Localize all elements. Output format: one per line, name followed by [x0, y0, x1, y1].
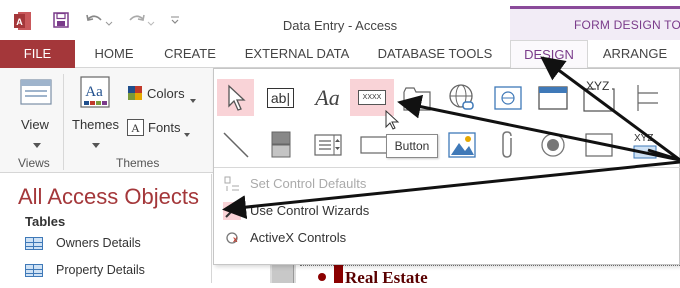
table-icon [25, 237, 43, 250]
web-browser-control-icon[interactable] [489, 79, 526, 116]
tab-design[interactable]: DESIGN [510, 40, 588, 70]
nav-item-owners-details[interactable]: Owners Details [25, 235, 210, 255]
nav-section-tables[interactable]: Tables [25, 214, 65, 229]
navigation-control-icon[interactable] [534, 79, 571, 116]
toggle-button-control-icon[interactable] [262, 126, 299, 163]
tab-home[interactable]: HOME [84, 40, 144, 68]
themes-button[interactable]: Themes [72, 117, 119, 132]
tab-arrange[interactable]: ARRANGE [596, 40, 674, 68]
themes-group-label: Themes [116, 156, 160, 170]
menu-item-label: Use Control Wizards [250, 203, 370, 218]
fonts-dropdown-icon [184, 126, 190, 137]
themes-dropdown-icon[interactable] [92, 138, 100, 148]
fonts-button[interactable]: Fonts [148, 120, 181, 135]
tab-control-icon[interactable] [398, 79, 435, 116]
fonts-icon[interactable]: A [127, 119, 144, 136]
navigation-pane: All Access Objects Tables Owners Details… [0, 174, 212, 283]
nav-pane-title[interactable]: All Access Objects [18, 184, 199, 210]
menu-item-use-control-wizards[interactable]: Use Control Wizards [214, 198, 514, 224]
colors-icon[interactable] [127, 85, 143, 101]
form-accent-bar [334, 263, 343, 283]
hyperlink-control-icon[interactable] [443, 79, 480, 116]
label-glyph: Aa [315, 84, 340, 110]
option-button-control-icon[interactable] [534, 126, 571, 163]
subform-control-icon[interactable] [580, 126, 617, 163]
nav-item-label: Property Details [56, 263, 145, 277]
page-break-control-icon[interactable] [626, 79, 663, 116]
chart-control-icon[interactable]: XYZ [626, 126, 663, 163]
activex-icon: x [224, 230, 240, 246]
svg-text:Aa: Aa [85, 84, 103, 100]
menu-item-activex-controls[interactable]: x ActiveX Controls [214, 225, 514, 251]
control-tooltip: Button [386, 134, 438, 158]
tab-database-tools[interactable]: DATABASE TOOLS [372, 40, 498, 68]
textbox-glyph: ab| [266, 87, 295, 108]
view-button[interactable]: View [21, 117, 49, 132]
nav-item-label: Owners Details [56, 236, 141, 250]
menu-item-label: Set Control Defaults [250, 176, 367, 191]
context-tab-label: FORM DESIGN TOO [574, 18, 680, 32]
svg-text:XYZ: XYZ [634, 133, 653, 144]
svg-text:x: x [233, 235, 238, 244]
option-group-control-icon[interactable]: XYZ [580, 79, 617, 116]
mouse-cursor-icon [384, 109, 400, 130]
form-bullet [318, 273, 326, 281]
menu-item-set-control-defaults[interactable]: Set Control Defaults [214, 171, 514, 197]
view-dropdown-icon[interactable] [33, 138, 41, 148]
table-icon [25, 264, 43, 277]
views-group-label: Views [18, 156, 50, 170]
list-box-control-icon[interactable] [309, 126, 346, 163]
tab-file[interactable]: FILE [0, 40, 75, 68]
button-glyph: XXXX [357, 90, 387, 105]
ribbon-tabs: FILE HOME CREATE EXTERNAL DATA DATABASE … [0, 40, 680, 70]
menu-item-label: ActiveX Controls [250, 230, 347, 245]
menu-separator [214, 167, 680, 168]
set-defaults-icon [224, 176, 240, 192]
nav-item-property-details[interactable]: Property Details [25, 262, 210, 282]
select-control-icon[interactable] [217, 79, 254, 116]
option-group-glyph: XYZ [586, 79, 610, 93]
svg-text:A: A [131, 121, 140, 135]
attachment-control-icon[interactable] [489, 126, 526, 163]
context-tab-header: FORM DESIGN TOO [510, 6, 680, 40]
colors-button[interactable]: Colors [147, 86, 185, 101]
form-title-label[interactable]: Real Estate [345, 268, 428, 288]
control-wizards-icon [223, 202, 241, 220]
line-control-icon[interactable] [217, 126, 254, 163]
tab-create[interactable]: CREATE [158, 40, 222, 68]
themes-icon[interactable]: Aa [80, 76, 110, 108]
tab-external-data[interactable]: EXTERNAL DATA [238, 40, 356, 68]
colors-dropdown-icon [190, 92, 196, 103]
view-icon[interactable] [19, 78, 53, 108]
image-control-icon[interactable] [443, 126, 480, 163]
textbox-control-icon[interactable]: ab| [262, 79, 299, 116]
label-control-icon[interactable]: Aa [309, 79, 346, 116]
